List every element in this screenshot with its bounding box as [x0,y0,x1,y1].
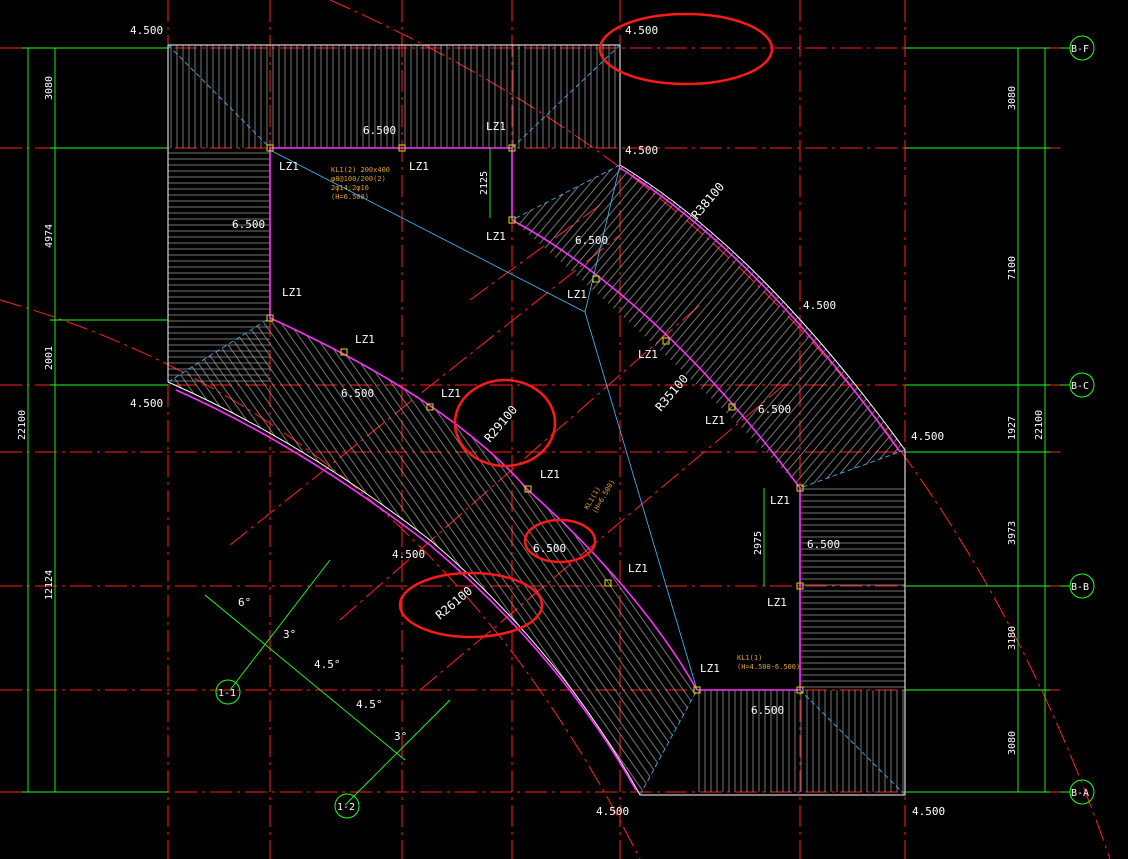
dim-right-3: 1927 [1007,416,1018,440]
radius-29100: R29100 [482,403,521,445]
radius-35100: R35100 [653,372,692,414]
dim-left-3: 2001 [44,346,55,370]
beam-tag-a-h: (H=4.500-6.500) [737,663,800,671]
dim-left-1: 3080 [44,76,55,100]
dim-inner-1: 2125 [479,171,490,195]
beam-tag-a: KL1(1) [737,654,762,662]
angle-1: 6° [238,596,251,609]
axis-label-bf: B-F [1071,44,1089,55]
dim-inner-2: 2975 [753,531,764,555]
dim-right-1: 3080 [1007,86,1018,110]
radius-38100: R38100 [689,180,728,222]
col-label-5: LZ1 [282,286,302,299]
dim-right-total: 22100 [1034,410,1045,440]
axis-label-bc: B-C [1071,381,1089,392]
col-label-8: LZ1 [540,468,560,481]
dim-right-5: 3180 [1007,626,1018,650]
col-label-7: LZ1 [441,387,461,400]
col-label-14: LZ1 [767,596,787,609]
elev-left-mid: 4.500 [130,397,163,410]
elev-mid-top-band: 6.500 [575,234,608,247]
elev-r-c: 4.500 [911,430,944,443]
col-label-15: LZ1 [700,662,720,675]
elev-band-left: 6.500 [341,387,374,400]
axis-label-bb: B-B [1071,582,1089,593]
beam-tag-h: (H=6.500) [331,193,369,201]
elev-bot-b: 4.500 [912,805,945,818]
col-label-13: LZ1 [770,494,790,507]
axis-label-ba: B-A [1071,788,1089,799]
elev-band-right: 6.500 [758,403,791,416]
elev-r-mid: 4.500 [803,299,836,312]
dim-right-6: 3080 [1007,731,1018,755]
elev-center: 6.500 [533,542,566,555]
section-label-1: 1-1 [218,688,236,699]
cad-drawing-canvas[interactable]: B-F B-C B-B B-A 1-1 1-2 3080 4974 2001 1… [0,0,1128,859]
radius-26100: R26100 [433,584,475,623]
col-label-9: LZ1 [628,562,648,575]
angle-4: 4.5° [356,698,383,711]
angle-5: 3° [394,730,407,743]
slab-hatching [168,45,905,795]
beam-tag-stirrup: φ8@100/200(2) [331,175,386,183]
dim-right-2: 7100 [1007,256,1018,280]
elev-top-slab: 6.500 [363,124,396,137]
section-label-2: 1-2 [337,802,355,813]
elev-tl: 4.500 [130,24,163,37]
col-label-11: LZ1 [638,348,658,361]
col-label-10: LZ1 [567,288,587,301]
dim-left-2: 4974 [44,224,55,248]
elev-bot-a: 4.500 [596,805,629,818]
col-label-4: LZ1 [486,230,506,243]
col-label-3: LZ1 [486,120,506,133]
col-label-12: LZ1 [705,414,725,427]
elev-left-slab: 6.500 [232,218,265,231]
elev-bottom-slab: 6.500 [751,704,784,717]
col-label-2: LZ1 [409,160,429,173]
col-label-6: LZ1 [355,333,375,346]
elev-c-mid: 4.500 [625,144,658,157]
angle-3: 4.5° [314,658,341,671]
beam-tag-main: KL1(2) 200x400 [331,166,390,174]
dim-left-4: 12124 [44,570,55,600]
beam-tag-bars: 2φ14;2φ16 [331,184,369,192]
elev-tr: 4.500 [625,24,658,37]
elev-bot-left-arc: 4.500 [392,548,425,561]
dim-left-total: 22100 [17,410,28,440]
angle-2: 3° [283,628,296,641]
elev-rb-slab: 6.500 [807,538,840,551]
dim-right-4: 3973 [1007,521,1018,545]
col-label-1: LZ1 [279,160,299,173]
